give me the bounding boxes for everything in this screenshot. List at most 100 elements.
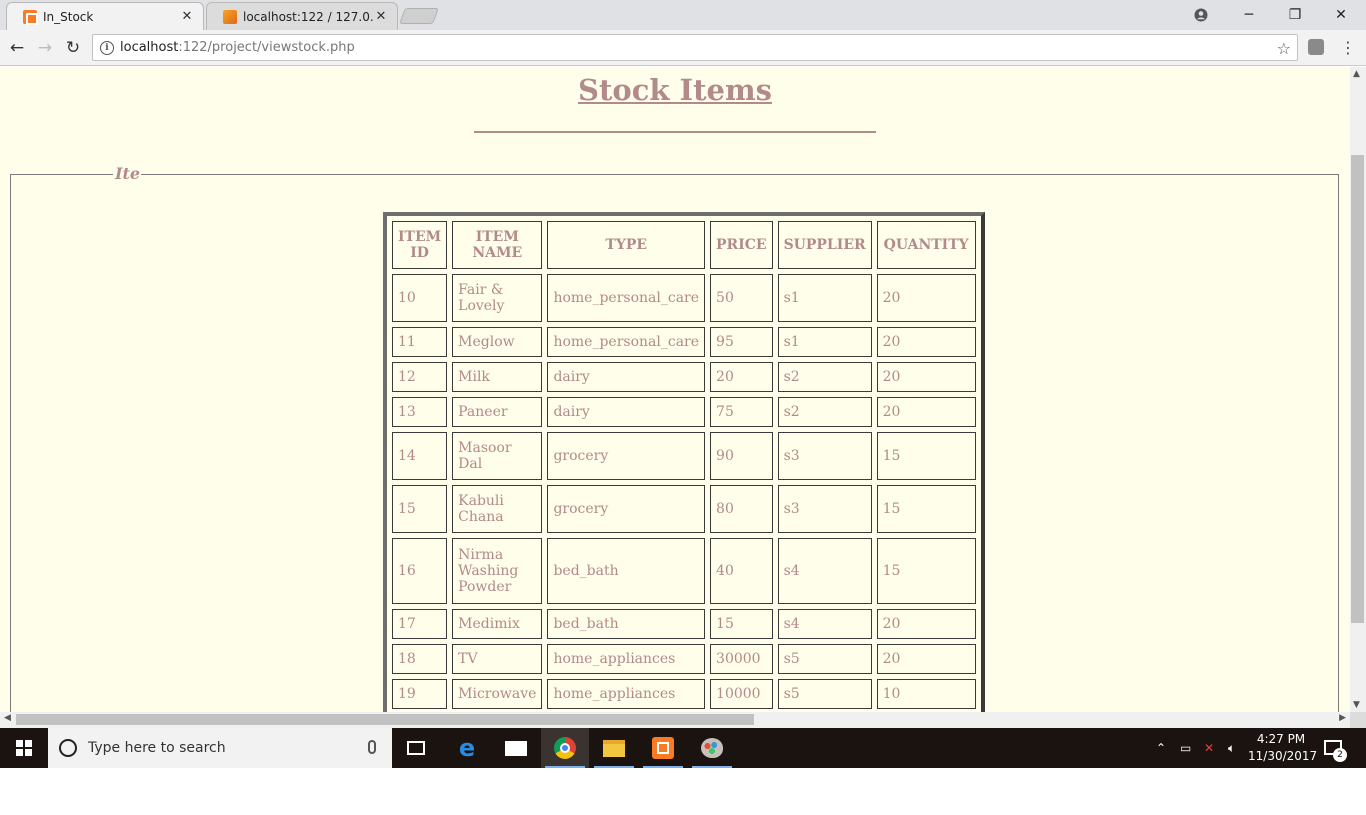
edge-icon: e — [458, 734, 476, 762]
table-row: 18 TV home_appliances 30000 s5 20 — [392, 644, 976, 674]
forward-icon[interactable]: → — [34, 37, 56, 59]
tab-in-stock[interactable]: In_Stock ✕ — [6, 2, 204, 30]
cell-quantity: 20 — [876, 327, 976, 357]
microphone-icon[interactable] — [368, 740, 376, 754]
table-row: 11 Meglow home_personal_care 95 s1 20 — [392, 327, 976, 357]
cell-price: 80 — [710, 485, 773, 533]
show-hidden-icons[interactable]: ⌃ — [1156, 728, 1166, 768]
volume-icon[interactable]: 🔈︎ — [1228, 728, 1235, 768]
cell-item-id: 18 — [392, 644, 448, 674]
cell-type: bed_bath — [547, 609, 706, 639]
clock-date: 11/30/2017 — [1248, 749, 1318, 763]
paint-button[interactable] — [688, 728, 736, 768]
cell-supplier: s1 — [777, 327, 872, 357]
xampp-button[interactable] — [639, 728, 687, 768]
cell-supplier: s5 — [777, 679, 872, 709]
search-placeholder: Type here to search — [88, 740, 226, 756]
table-row: 13 Paneer dairy 75 s2 20 — [392, 397, 976, 427]
paint-icon — [701, 738, 723, 758]
cell-quantity: 10 — [876, 679, 976, 709]
table-row: 10 Fair & Lovely home_personal_care 50 s… — [392, 274, 976, 322]
vertical-scrollbar[interactable]: ▲ ▼ — [1350, 67, 1366, 712]
address-bar[interactable]: i localhost:122/project/viewstock.php ☆ — [92, 34, 1298, 61]
blank-area — [0, 768, 1366, 815]
mail-button[interactable] — [492, 728, 540, 768]
vertical-scroll-thumb[interactable] — [1351, 155, 1364, 623]
notification-count-badge: 2 — [1333, 748, 1347, 762]
cell-item-name: Fair & Lovely — [452, 274, 543, 322]
cell-supplier: s4 — [777, 538, 872, 604]
back-icon[interactable]: ← — [6, 37, 28, 59]
cell-item-id: 16 — [392, 538, 448, 604]
table-row: 12 Milk dairy 20 s2 20 — [392, 362, 976, 392]
cell-quantity: 15 — [876, 538, 976, 604]
cell-quantity: 15 — [876, 485, 976, 533]
cell-type: home_personal_care — [547, 327, 706, 357]
scroll-left-icon[interactable]: ◀ — [4, 713, 11, 723]
profile-icon[interactable] — [1178, 0, 1224, 30]
windows-logo-icon — [16, 740, 32, 756]
browser-toolbar: ← → ↻ i localhost:122/project/viewstock.… — [0, 30, 1366, 66]
tab-close-icon[interactable]: ✕ — [179, 9, 195, 24]
page-viewport: Stock Items Ite ITEM ID ITEM NAME TYPE P… — [0, 67, 1350, 712]
cell-price: 30000 — [710, 644, 773, 674]
fieldset-legend: Ite — [113, 164, 141, 183]
tab-close-icon[interactable]: ✕ — [373, 9, 389, 24]
start-button[interactable] — [0, 728, 48, 768]
cell-item-name: Microwave — [452, 679, 543, 709]
tab-phpmyadmin[interactable]: localhost:122 / 127.0.0.1 ✕ — [206, 2, 398, 30]
task-view-button[interactable] — [392, 728, 440, 768]
cell-item-name: Milk — [452, 362, 543, 392]
cell-supplier: s2 — [777, 397, 872, 427]
info-icon[interactable]: i — [100, 40, 114, 55]
cell-supplier: s3 — [777, 485, 872, 533]
title-divider — [474, 131, 876, 133]
minimize-button[interactable]: ─ — [1226, 0, 1272, 30]
network-icon[interactable]: ✕ — [1204, 728, 1214, 768]
close-window-button[interactable]: ✕ — [1318, 0, 1364, 30]
cell-type: home_personal_care — [547, 274, 706, 322]
taskbar-search-box[interactable]: Type here to search — [48, 728, 392, 768]
cell-item-id: 15 — [392, 485, 448, 533]
tab-strip: In_Stock ✕ localhost:122 / 127.0.0.1 ✕ ─… — [0, 0, 1366, 30]
cell-price: 90 — [710, 432, 773, 480]
horizontal-scroll-thumb[interactable] — [16, 714, 754, 725]
system-clock[interactable]: 4:27 PM 11/30/2017 — [1248, 731, 1318, 765]
horizontal-scrollbar[interactable]: ◀ ▶ — [0, 712, 1350, 728]
cell-price: 40 — [710, 538, 773, 604]
chrome-menu-icon[interactable]: ⋮ — [1340, 38, 1356, 57]
cell-price: 95 — [710, 327, 773, 357]
cortana-icon — [59, 739, 77, 757]
edge-button[interactable]: e — [443, 728, 491, 768]
cell-item-id: 19 — [392, 679, 448, 709]
mail-icon — [505, 740, 527, 756]
bookmark-star-icon[interactable]: ☆ — [1277, 39, 1291, 58]
reload-icon[interactable]: ↻ — [62, 37, 84, 59]
extension-icon[interactable] — [1308, 39, 1324, 55]
header-item-name: ITEM NAME — [452, 221, 543, 269]
cell-item-name: Paneer — [452, 397, 543, 427]
cell-supplier: s5 — [777, 644, 872, 674]
cell-item-id: 17 — [392, 609, 448, 639]
scrollbar-corner — [1350, 712, 1366, 728]
cell-price: 75 — [710, 397, 773, 427]
cell-price: 20 — [710, 362, 773, 392]
cell-type: bed_bath — [547, 538, 706, 604]
cell-supplier: s3 — [777, 432, 872, 480]
file-explorer-button[interactable] — [590, 728, 638, 768]
cell-item-name: Masoor Dal — [452, 432, 543, 480]
xampp-favicon-icon — [23, 9, 38, 25]
restore-button[interactable]: ❐ — [1272, 0, 1318, 30]
page-title: Stock Items — [578, 73, 772, 107]
cell-quantity: 20 — [876, 362, 976, 392]
scroll-up-icon[interactable]: ▲ — [1353, 69, 1360, 79]
new-tab-button[interactable] — [399, 8, 439, 24]
power-icon[interactable]: ▭ — [1180, 728, 1191, 768]
cell-price: 50 — [710, 274, 773, 322]
cell-type: grocery — [547, 485, 706, 533]
chrome-taskbar-button[interactable] — [541, 728, 589, 768]
scroll-right-icon[interactable]: ▶ — [1339, 713, 1346, 723]
scroll-down-icon[interactable]: ▼ — [1353, 700, 1360, 710]
cell-type: dairy — [547, 397, 706, 427]
table-header-row: ITEM ID ITEM NAME TYPE PRICE SUPPLIER QU… — [392, 221, 976, 269]
